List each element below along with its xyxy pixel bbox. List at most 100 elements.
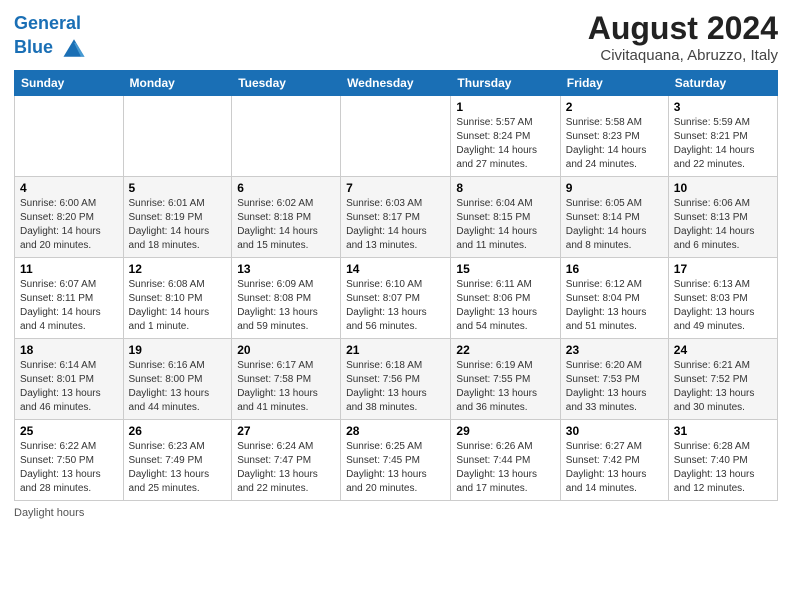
calendar-cell: 13 Sunrise: 6:09 AMSunset: 8:08 PMDayligh… xyxy=(232,258,341,339)
calendar-cell xyxy=(15,96,124,177)
weekday-header-sunday: Sunday xyxy=(15,71,124,96)
day-number: 17 xyxy=(674,262,772,276)
day-number: 25 xyxy=(20,424,118,438)
page: General Blue August 2024 Civitaquana, Ab… xyxy=(0,0,792,612)
day-number: 1 xyxy=(456,100,554,114)
calendar-cell: 1Sunrise: 5:57 AMSunset: 8:24 PMDaylight… xyxy=(451,96,560,177)
day-number: 4 xyxy=(20,181,118,195)
day-info: Sunrise: 6:04 AMSunset: 8:15 PMDaylight:… xyxy=(456,197,554,253)
day-number: 28 xyxy=(346,424,445,438)
footer-note: Daylight hours xyxy=(14,507,778,519)
logo-text: General Blue xyxy=(14,14,88,62)
day-info: Sunrise: 6:09 AMSunset: 8:08 PMDaylight:… xyxy=(237,278,335,334)
week-row-5: 25 Sunrise: 6:22 AMSunset: 7:50 PMDayligh… xyxy=(15,420,778,501)
day-info: Sunrise: 6:16 AMSunset: 8:00 PMDaylight:… xyxy=(129,359,227,415)
title-block: August 2024 Civitaquana, Abruzzo, Italy xyxy=(588,10,778,64)
day-number: 5 xyxy=(129,181,227,195)
calendar-cell: 26Sunrise: 6:23 AMSunset: 7:49 PMDayligh… xyxy=(123,420,232,501)
logo: General Blue xyxy=(14,14,88,62)
week-row-4: 18 Sunrise: 6:14 AMSunset: 8:01 PMDayligh… xyxy=(15,339,778,420)
day-info: Sunrise: 6:10 AMSunset: 8:07 PMDaylight:… xyxy=(346,278,445,334)
day-number: 9 xyxy=(566,181,663,195)
day-number: 8 xyxy=(456,181,554,195)
main-title: August 2024 xyxy=(588,10,778,47)
calendar-cell: 18 Sunrise: 6:14 AMSunset: 8:01 PMDayligh… xyxy=(15,339,124,420)
day-number: 31 xyxy=(674,424,772,438)
day-info: Sunrise: 6:26 AMSunset: 7:44 PMDaylight:… xyxy=(456,440,554,496)
day-number: 18 xyxy=(20,343,118,357)
day-info: Sunrise: 6:23 AMSunset: 7:49 PMDaylight:… xyxy=(129,440,227,496)
weekday-header-tuesday: Tuesday xyxy=(232,71,341,96)
calendar-cell: 29Sunrise: 6:26 AMSunset: 7:44 PMDayligh… xyxy=(451,420,560,501)
weekday-header-friday: Friday xyxy=(560,71,668,96)
calendar-cell: 25 Sunrise: 6:22 AMSunset: 7:50 PMDayligh… xyxy=(15,420,124,501)
calendar-cell: 20 Sunrise: 6:17 AMSunset: 7:58 PMDayligh… xyxy=(232,339,341,420)
calendar-table: SundayMondayTuesdayWednesdayThursdayFrid… xyxy=(14,70,778,501)
day-number: 24 xyxy=(674,343,772,357)
day-info: Sunrise: 6:27 AMSunset: 7:42 PMDaylight:… xyxy=(566,440,663,496)
calendar-cell: 14Sunrise: 6:10 AMSunset: 8:07 PMDayligh… xyxy=(341,258,451,339)
weekday-header-wednesday: Wednesday xyxy=(341,71,451,96)
calendar-cell: 22Sunrise: 6:19 AMSunset: 7:55 PMDayligh… xyxy=(451,339,560,420)
calendar-cell: 9Sunrise: 6:05 AMSunset: 8:14 PMDaylight… xyxy=(560,177,668,258)
day-info: Sunrise: 6:21 AMSunset: 7:52 PMDaylight:… xyxy=(674,359,772,415)
calendar-cell: 8 Sunrise: 6:04 AMSunset: 8:15 PMDaylight… xyxy=(451,177,560,258)
day-info: Sunrise: 6:06 AMSunset: 8:13 PMDaylight:… xyxy=(674,197,772,253)
day-info: Sunrise: 6:22 AMSunset: 7:50 PMDaylight:… xyxy=(20,440,118,496)
day-info: Sunrise: 6:18 AMSunset: 7:56 PMDaylight:… xyxy=(346,359,445,415)
week-row-1: 1Sunrise: 5:57 AMSunset: 8:24 PMDaylight… xyxy=(15,96,778,177)
calendar-cell: 17Sunrise: 6:13 AMSunset: 8:03 PMDayligh… xyxy=(668,258,777,339)
weekday-header-thursday: Thursday xyxy=(451,71,560,96)
header: General Blue August 2024 Civitaquana, Ab… xyxy=(14,10,778,64)
logo-blue: Blue xyxy=(14,37,53,57)
day-info: Sunrise: 6:24 AMSunset: 7:47 PMDaylight:… xyxy=(237,440,335,496)
calendar-cell: 19 Sunrise: 6:16 AMSunset: 8:00 PMDayligh… xyxy=(123,339,232,420)
day-number: 20 xyxy=(237,343,335,357)
weekday-header-monday: Monday xyxy=(123,71,232,96)
day-number: 15 xyxy=(456,262,554,276)
day-number: 6 xyxy=(237,181,335,195)
day-info: Sunrise: 6:25 AMSunset: 7:45 PMDaylight:… xyxy=(346,440,445,496)
day-number: 21 xyxy=(346,343,445,357)
day-number: 2 xyxy=(566,100,663,114)
calendar-cell: 3 Sunrise: 5:59 AMSunset: 8:21 PMDaylight… xyxy=(668,96,777,177)
day-info: Sunrise: 5:58 AMSunset: 8:23 PMDaylight:… xyxy=(566,116,663,172)
calendar-cell: 27Sunrise: 6:24 AMSunset: 7:47 PMDayligh… xyxy=(232,420,341,501)
subtitle: Civitaquana, Abruzzo, Italy xyxy=(588,47,778,64)
calendar-cell: 12Sunrise: 6:08 AMSunset: 8:10 PMDayligh… xyxy=(123,258,232,339)
weekday-header-row: SundayMondayTuesdayWednesdayThursdayFrid… xyxy=(15,71,778,96)
day-number: 19 xyxy=(129,343,227,357)
day-info: Sunrise: 6:17 AMSunset: 7:58 PMDaylight:… xyxy=(237,359,335,415)
day-number: 30 xyxy=(566,424,663,438)
calendar-cell: 21 Sunrise: 6:18 AMSunset: 7:56 PMDayligh… xyxy=(341,339,451,420)
day-number: 12 xyxy=(129,262,227,276)
calendar-cell: 15Sunrise: 6:11 AMSunset: 8:06 PMDayligh… xyxy=(451,258,560,339)
day-number: 11 xyxy=(20,262,118,276)
calendar-cell: 31Sunrise: 6:28 AMSunset: 7:40 PMDayligh… xyxy=(668,420,777,501)
day-number: 13 xyxy=(237,262,335,276)
logo-general: General xyxy=(14,13,81,33)
calendar-cell xyxy=(123,96,232,177)
calendar-cell: 10 Sunrise: 6:06 AMSunset: 8:13 PMDayligh… xyxy=(668,177,777,258)
day-number: 7 xyxy=(346,181,445,195)
calendar-cell: 16Sunrise: 6:12 AMSunset: 8:04 PMDayligh… xyxy=(560,258,668,339)
calendar-cell: 2 Sunrise: 5:58 AMSunset: 8:23 PMDaylight… xyxy=(560,96,668,177)
calendar-cell: 24 Sunrise: 6:21 AMSunset: 7:52 PMDayligh… xyxy=(668,339,777,420)
week-row-3: 11Sunrise: 6:07 AMSunset: 8:11 PMDayligh… xyxy=(15,258,778,339)
calendar-cell: 5Sunrise: 6:01 AMSunset: 8:19 PMDaylight… xyxy=(123,177,232,258)
calendar-cell xyxy=(341,96,451,177)
day-info: Sunrise: 6:14 AMSunset: 8:01 PMDaylight:… xyxy=(20,359,118,415)
day-info: Sunrise: 5:59 AMSunset: 8:21 PMDaylight:… xyxy=(674,116,772,172)
day-info: Sunrise: 6:20 AMSunset: 7:53 PMDaylight:… xyxy=(566,359,663,415)
week-row-2: 4Sunrise: 6:00 AMSunset: 8:20 PMDaylight… xyxy=(15,177,778,258)
calendar-cell: 6Sunrise: 6:02 AMSunset: 8:18 PMDaylight… xyxy=(232,177,341,258)
calendar-cell: 11Sunrise: 6:07 AMSunset: 8:11 PMDayligh… xyxy=(15,258,124,339)
weekday-header-saturday: Saturday xyxy=(668,71,777,96)
day-number: 23 xyxy=(566,343,663,357)
day-number: 3 xyxy=(674,100,772,114)
calendar-cell: 4Sunrise: 6:00 AMSunset: 8:20 PMDaylight… xyxy=(15,177,124,258)
calendar-cell: 28 Sunrise: 6:25 AMSunset: 7:45 PMDayligh… xyxy=(341,420,451,501)
calendar-cell: 7Sunrise: 6:03 AMSunset: 8:17 PMDaylight… xyxy=(341,177,451,258)
day-info: Sunrise: 6:19 AMSunset: 7:55 PMDaylight:… xyxy=(456,359,554,415)
day-number: 10 xyxy=(674,181,772,195)
